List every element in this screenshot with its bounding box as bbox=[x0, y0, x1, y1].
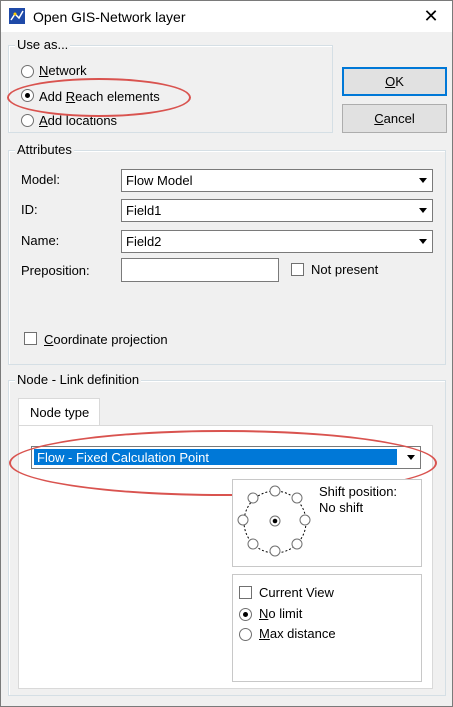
chevron-down-icon[interactable] bbox=[414, 232, 431, 251]
window-title: Open GIS-Network layer bbox=[33, 9, 186, 25]
preposition-label: Preposition: bbox=[21, 263, 90, 278]
shift-position-dial[interactable] bbox=[233, 480, 313, 560]
radio-max-distance[interactable] bbox=[239, 628, 252, 641]
chevron-down-icon[interactable] bbox=[414, 171, 431, 190]
preposition-input[interactable] bbox=[121, 258, 279, 282]
close-icon[interactable]: ✕ bbox=[413, 3, 449, 29]
radio-add-locations-label: Add locations bbox=[39, 113, 118, 128]
radio-network-label: Network bbox=[39, 63, 87, 78]
radio-add-reach-elements[interactable] bbox=[21, 89, 34, 102]
cancel-button[interactable]: Cancel bbox=[342, 104, 447, 133]
name-select[interactable]: Field2 bbox=[121, 230, 433, 253]
radio-no-limit-label: No limit bbox=[259, 606, 303, 621]
name-select-value: Field2 bbox=[126, 234, 162, 249]
ok-button[interactable]: OK bbox=[342, 67, 447, 96]
not-present-label: Not present bbox=[311, 262, 379, 277]
current-view-checkbox[interactable] bbox=[239, 586, 252, 599]
current-view-label: Current View bbox=[259, 585, 334, 600]
not-present-checkbox[interactable] bbox=[291, 263, 304, 276]
name-label: Name: bbox=[21, 233, 60, 248]
model-label: Model: bbox=[21, 172, 61, 187]
title-bar: Open GIS-Network layer ✕ bbox=[1, 1, 452, 32]
model-select-value: Flow Model bbox=[126, 173, 193, 188]
chevron-down-icon[interactable] bbox=[402, 448, 419, 467]
model-select[interactable]: Flow Model bbox=[121, 169, 433, 192]
coordinate-projection-label: Coordinate projection bbox=[44, 332, 168, 347]
node-type-select-value: Flow - Fixed Calculation Point bbox=[37, 450, 209, 465]
coordinate-projection-checkbox[interactable] bbox=[24, 332, 37, 345]
chevron-down-icon[interactable] bbox=[414, 201, 431, 220]
radio-max-distance-label: Max distance bbox=[259, 626, 336, 641]
network-layer-icon bbox=[9, 8, 25, 24]
tab-node-type[interactable]: Node type bbox=[18, 398, 100, 427]
id-select-value: Field1 bbox=[126, 203, 162, 218]
dialog-window: Open GIS-Network layer ✕ Use as... Netwo… bbox=[0, 0, 453, 707]
tab-node-type-label: Node type bbox=[30, 405, 90, 420]
radio-network[interactable] bbox=[21, 65, 34, 78]
node-link-legend: Node - Link definition bbox=[15, 372, 142, 387]
use-as-legend: Use as... bbox=[15, 37, 71, 52]
node-type-select[interactable]: Flow - Fixed Calculation Point bbox=[31, 446, 421, 469]
attributes-legend: Attributes bbox=[15, 142, 74, 157]
id-label: ID: bbox=[21, 202, 38, 217]
shift-position-value: No shift bbox=[319, 500, 364, 515]
radio-add-locations[interactable] bbox=[21, 114, 34, 127]
radio-add-reach-elements-label: Add Reach elements bbox=[39, 89, 160, 104]
radio-no-limit[interactable] bbox=[239, 608, 252, 621]
shift-position-label: Shift position: bbox=[319, 484, 398, 499]
id-select[interactable]: Field1 bbox=[121, 199, 433, 222]
